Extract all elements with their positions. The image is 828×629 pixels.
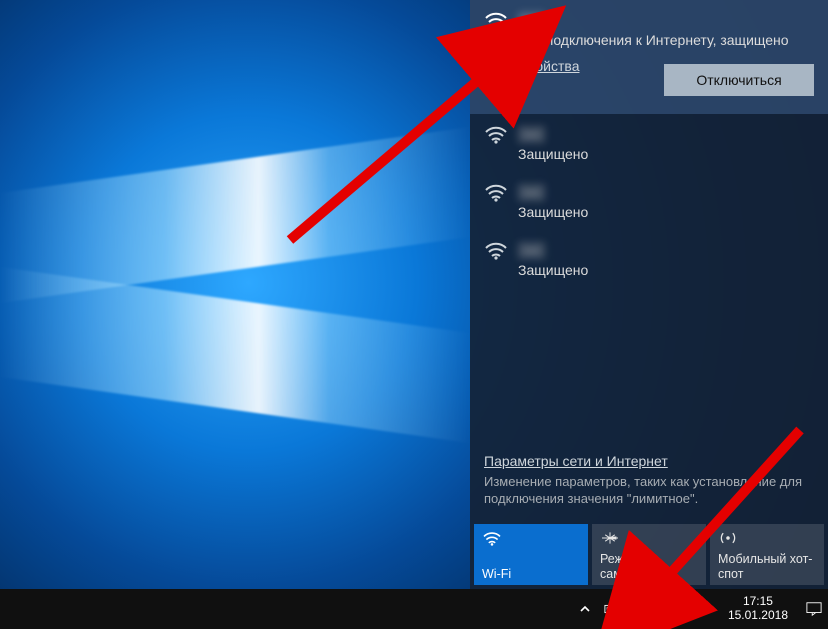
taskbar: ! РУС 17:15 15.01.2018 [0, 589, 828, 629]
network-item[interactable]: — Защищено [470, 172, 828, 230]
language-indicator[interactable]: РУС [688, 602, 712, 616]
network-flyout: — Нет подключения к Интернету, защищено … [470, 0, 828, 589]
network-settings-desc: Изменение параметров, таких как установл… [484, 473, 814, 508]
date-text: 15.01.2018 [728, 609, 788, 623]
tile-airplane[interactable]: Режим "в самолете" [592, 524, 706, 585]
network-settings-link[interactable]: Параметры сети и Интернет [484, 453, 814, 469]
disconnect-button[interactable]: Отключиться [664, 64, 814, 96]
system-tray: ! РУС [576, 600, 712, 618]
wifi-tray-icon[interactable]: ! [632, 600, 650, 618]
network-item[interactable]: — Защищено [470, 114, 828, 172]
network-status: Нет подключения к Интернету, защищено [518, 32, 814, 48]
network-settings-area[interactable]: Параметры сети и Интернет Изменение пара… [470, 447, 828, 520]
network-ssid: — [518, 12, 545, 29]
tile-label: Wi-Fi [482, 567, 580, 581]
network-item[interactable]: — Защищено [470, 230, 828, 288]
wifi-secure-icon [484, 240, 508, 260]
action-center-icon[interactable] [804, 600, 824, 618]
wallpaper-light [0, 267, 470, 443]
network-status: Защищено [518, 262, 814, 278]
network-status: Защищено [518, 146, 814, 162]
network-list: — Нет подключения к Интернету, защищено … [470, 0, 828, 447]
network-properties-link[interactable]: Свойства [518, 58, 579, 74]
network-ssid: — [518, 242, 545, 259]
hotspot-icon [718, 530, 816, 548]
tile-label: Режим "в самолете" [600, 552, 698, 581]
network-ssid: — [518, 126, 545, 143]
network-status: Защищено [518, 204, 814, 220]
taskbar-clock[interactable]: 17:15 15.01.2018 [722, 595, 794, 623]
tile-label: Мобильный хот-спот [718, 552, 816, 581]
time-text: 17:15 [728, 595, 788, 609]
airplane-icon [600, 530, 698, 548]
network-ssid: — [518, 184, 545, 201]
wifi-secure-icon [484, 124, 508, 144]
wifi-icon [484, 10, 508, 30]
desktop: — Нет подключения к Интернету, защищено … [0, 0, 828, 629]
tray-chevron-up-icon[interactable] [576, 600, 594, 618]
wifi-icon [482, 530, 580, 548]
network-item-selected[interactable]: — Нет подключения к Интернету, защищено … [470, 0, 828, 114]
wifi-secure-icon [484, 182, 508, 202]
tile-hotspot[interactable]: Мобильный хот-спот [710, 524, 824, 585]
battery-icon[interactable] [604, 600, 622, 618]
tile-wifi[interactable]: Wi-Fi [474, 524, 588, 585]
quick-action-tiles: Wi-Fi Режим "в самолете" [470, 520, 828, 589]
volume-muted-icon[interactable] [660, 600, 678, 618]
